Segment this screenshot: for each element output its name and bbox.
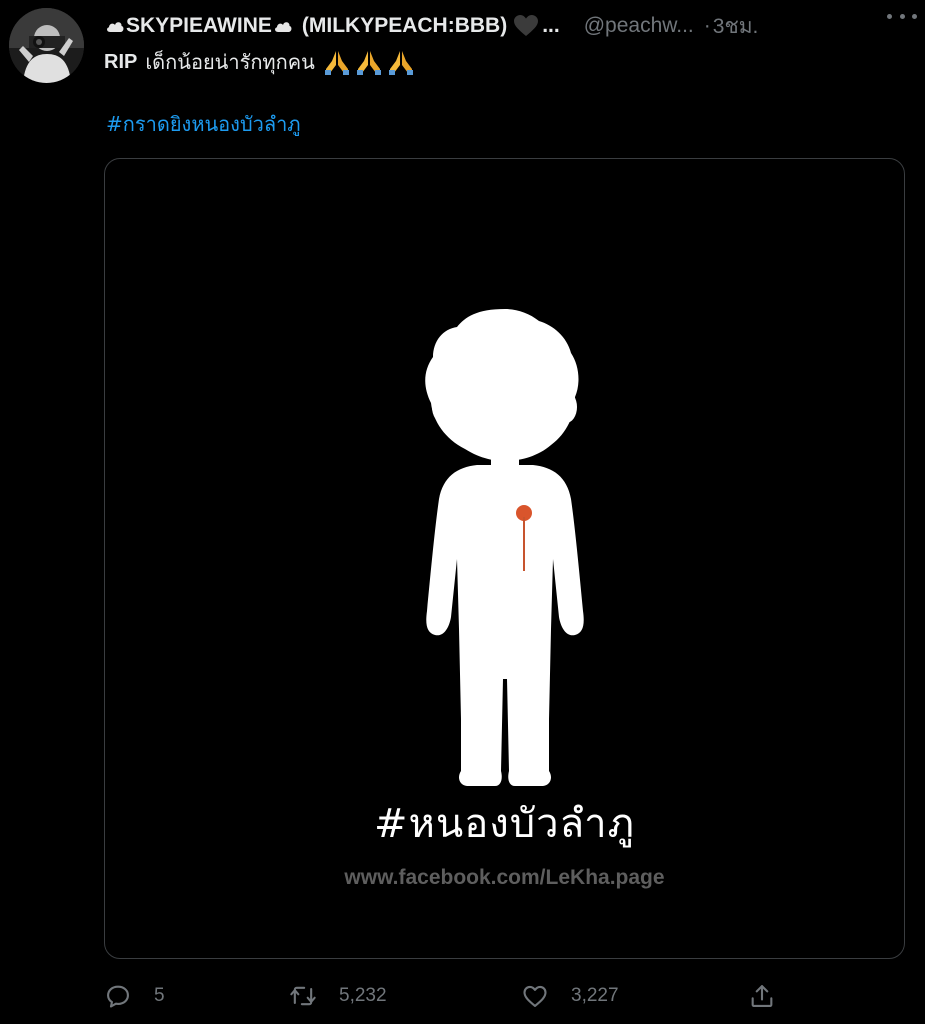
reply-count: 5 <box>154 985 165 1006</box>
wound-drip <box>523 517 525 571</box>
display-name-suffix: (MILKYPEACH:BBB) <box>301 14 508 37</box>
share-button[interactable] <box>748 978 776 1014</box>
retweet-icon <box>290 986 316 1006</box>
display-name-ellipsis: ... <box>542 14 560 37</box>
tweet-text: RIP เด็กน้อยน่ารักทุกคน <box>104 46 415 78</box>
image-hashtag-overlay: #หนองบัวลำภู <box>374 801 635 847</box>
like-count: 3,227 <box>571 985 619 1006</box>
tweet: SKYPIEAWINE (MILKYPEACH:BBB) ... @peachw… <box>0 0 925 1024</box>
author-handle[interactable]: @peachw... <box>584 14 694 38</box>
avatar-photo <box>9 8 84 83</box>
retweet-count: 5,232 <box>339 985 387 1006</box>
black-heart-icon <box>514 15 539 36</box>
image-watermark: www.facebook.com/LeKha.page <box>344 866 665 889</box>
like-button[interactable]: 3,227 <box>521 978 619 1014</box>
folded-hands-icon <box>356 51 381 75</box>
share-icon <box>751 985 773 1007</box>
tweet-header: SKYPIEAWINE (MILKYPEACH:BBB) ... @peachw… <box>104 10 914 42</box>
emoji-group <box>323 48 415 76</box>
child-head <box>425 309 579 461</box>
tweet-timestamp[interactable]: 3ชม. <box>713 10 759 43</box>
display-name[interactable]: SKYPIEAWINE (MILKYPEACH:BBB) ... <box>104 14 560 38</box>
cloud-icon <box>107 22 124 32</box>
reply-icon <box>107 985 129 1008</box>
avatar[interactable] <box>9 8 84 83</box>
reply-button[interactable]: 5 <box>104 978 165 1014</box>
like-icon <box>523 985 547 1007</box>
tweet-actions: 5 5,232 3,227 <box>104 978 794 1014</box>
header-separator: · <box>703 14 711 37</box>
tweet-text-body: เด็กน้อยน่ารักทุกคน <box>145 50 315 74</box>
tweet-text-lead: RIP <box>104 50 138 73</box>
more-icon[interactable] <box>887 6 917 26</box>
cloud-icon <box>274 22 292 32</box>
retweet-button[interactable]: 5,232 <box>289 978 387 1014</box>
hashtag-link[interactable]: #กราดยิงหนองบัวลำภู <box>106 108 301 140</box>
child-body <box>426 465 584 786</box>
child-ear-left <box>432 391 454 423</box>
tweet-media[interactable]: #หนองบัวลำภู www.facebook.com/LeKha.page <box>104 158 905 959</box>
display-name-text: SKYPIEAWINE <box>126 14 272 37</box>
folded-hands-icon <box>324 51 349 75</box>
child-ear-right <box>555 391 577 423</box>
folded-hands-icon <box>388 51 413 75</box>
